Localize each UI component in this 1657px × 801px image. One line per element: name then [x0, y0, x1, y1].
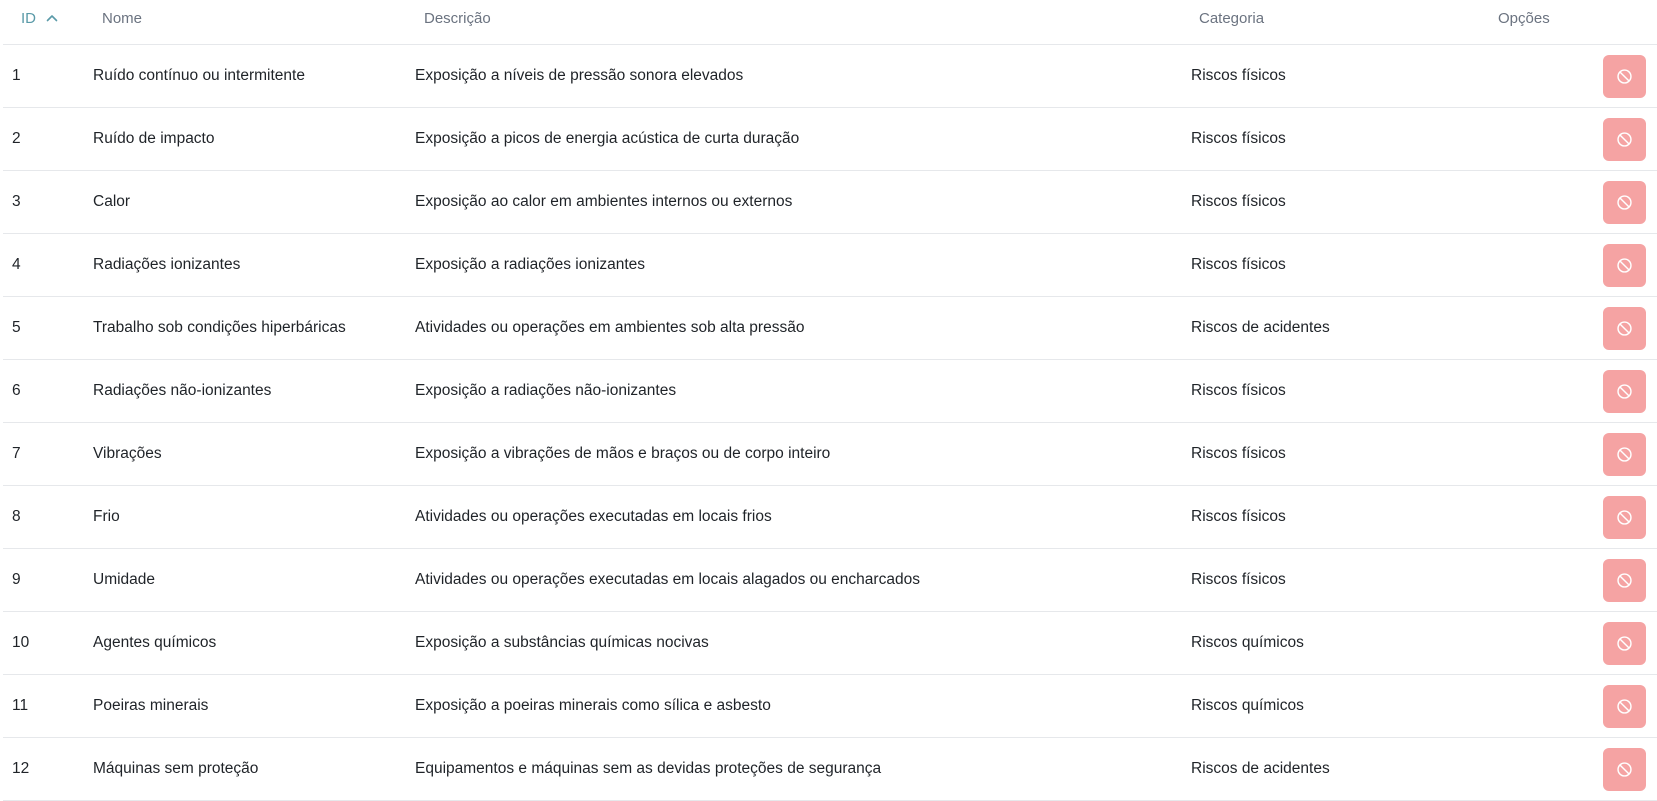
cell-categoria: Riscos químicos: [1191, 634, 1304, 651]
cell-id: 9: [12, 571, 21, 588]
table-row: 5 Trabalho sob condições hiperbáricas Ativ…: [3, 297, 1657, 360]
table-row: 7 Vibrações Exposição a vibrações de mãos …: [3, 423, 1657, 486]
ban-icon: [1616, 761, 1633, 778]
cell-categoria: Riscos físicos: [1191, 193, 1286, 210]
cell-id: 2: [12, 130, 21, 147]
disable-button[interactable]: [1603, 685, 1646, 728]
cell-descricao: Exposição a radiações não-ionizantes: [415, 382, 677, 399]
table-row: 6 Radiações não-ionizantes Exposição a rad…: [3, 360, 1657, 423]
cell-nome: Frio: [93, 508, 120, 525]
cell-nome: Ruído contínuo ou intermitente: [93, 67, 305, 84]
disable-button[interactable]: [1603, 433, 1646, 476]
cell-id: 5: [12, 319, 21, 336]
cell-descricao: Exposição ao calor em ambientes internos…: [415, 193, 793, 210]
ban-icon: [1616, 257, 1633, 274]
cell-categoria: Riscos físicos: [1191, 382, 1286, 399]
chevron-up-icon: [46, 0, 58, 36]
cell-categoria: Riscos físicos: [1191, 571, 1286, 588]
cell-nome: Calor: [93, 193, 131, 210]
ban-icon: [1616, 131, 1633, 148]
cell-descricao: Equipamentos e máquinas sem as devidas p…: [415, 760, 882, 777]
disable-button[interactable]: [1603, 244, 1646, 287]
disable-button[interactable]: [1603, 496, 1646, 539]
cell-categoria: Riscos físicos: [1191, 67, 1286, 84]
ban-icon: [1616, 635, 1633, 652]
cell-nome: Poeiras minerais: [93, 697, 209, 714]
cell-id: 12: [12, 760, 30, 777]
ban-icon: [1616, 68, 1633, 85]
table-row: 3 Calor Exposição ao calor em ambientes in…: [3, 171, 1657, 234]
cell-categoria: Riscos de acidentes: [1191, 760, 1330, 777]
cell-descricao: Exposição a picos de energia acústica de…: [415, 130, 800, 147]
disable-button[interactable]: [1603, 307, 1646, 350]
column-header-id-label: ID: [21, 10, 36, 27]
disable-button[interactable]: [1603, 55, 1646, 98]
disable-button[interactable]: [1603, 559, 1646, 602]
cell-id: 3: [12, 193, 21, 210]
table-row: 8 Frio Atividades ou operações executadas …: [3, 486, 1657, 549]
cell-id: 6: [12, 382, 21, 399]
column-header-opcoes: Opções: [1498, 10, 1550, 27]
ban-icon: [1616, 320, 1633, 337]
cell-descricao: Atividades ou operações em ambientes sob…: [415, 319, 805, 336]
cell-id: 7: [12, 445, 21, 462]
disable-button[interactable]: [1603, 622, 1646, 665]
cell-categoria: Riscos físicos: [1191, 445, 1286, 462]
disable-button[interactable]: [1603, 181, 1646, 224]
cell-id: 11: [12, 697, 29, 714]
cell-descricao: Atividades ou operações executadas em lo…: [415, 508, 772, 525]
column-header-nome[interactable]: Nome: [102, 0, 142, 44]
table-row: 4 Radiações ionizantes Exposição a radiaçõ…: [3, 234, 1657, 297]
cell-nome: Vibrações: [93, 445, 162, 462]
cell-categoria: Riscos físicos: [1191, 130, 1286, 147]
ban-icon: [1616, 572, 1633, 589]
cell-id: 1: [12, 67, 21, 84]
cell-descricao: Exposição a níveis de pressão sonora ele…: [415, 67, 744, 84]
cell-nome: Ruído de impacto: [93, 130, 215, 147]
cell-categoria: Riscos de acidentes: [1191, 319, 1330, 336]
table-body: 1 Ruído contínuo ou intermitente Exposição…: [3, 45, 1657, 801]
risks-table: ID Nome Descrição Categoria Opções 1 Ruíd…: [3, 0, 1657, 801]
disable-button[interactable]: [1603, 118, 1646, 161]
ban-icon: [1616, 698, 1633, 715]
cell-nome: Radiações não-ionizantes: [93, 382, 272, 399]
disable-button[interactable]: [1603, 370, 1646, 413]
cell-id: 10: [12, 634, 30, 651]
cell-id: 8: [12, 508, 21, 525]
cell-id: 4: [12, 256, 21, 273]
ban-icon: [1616, 194, 1633, 211]
cell-descricao: Atividades ou operações executadas em lo…: [415, 571, 920, 588]
cell-nome: Trabalho sob condições hiperbáricas: [93, 319, 346, 336]
column-header-categoria[interactable]: Categoria: [1199, 0, 1264, 44]
ban-icon: [1616, 446, 1633, 463]
cell-descricao: Exposição a poeiras minerais como sílica…: [415, 697, 771, 714]
table-row: 12 Máquinas sem proteção Equipamentos e má…: [3, 738, 1657, 801]
table-row: 2 Ruído de impacto Exposição a picos de en…: [3, 108, 1657, 171]
cell-nome: Radiações ionizantes: [93, 256, 241, 273]
ban-icon: [1616, 509, 1633, 526]
column-header-descricao[interactable]: Descrição: [424, 0, 491, 44]
cell-categoria: Riscos físicos: [1191, 256, 1286, 273]
table-row: 1 Ruído contínuo ou intermitente Exposição…: [3, 45, 1657, 108]
ban-icon: [1616, 383, 1633, 400]
cell-nome: Máquinas sem proteção: [93, 760, 259, 777]
table-row: 9 Umidade Atividades ou operações executad…: [3, 549, 1657, 612]
cell-categoria: Riscos físicos: [1191, 508, 1286, 525]
cell-descricao: Exposição a radiações ionizantes: [415, 256, 646, 273]
table-row: 10 Agentes químicos Exposição a substância…: [3, 612, 1657, 675]
cell-descricao: Exposição a substâncias químicas nocivas: [415, 634, 709, 651]
cell-nome: Umidade: [93, 571, 156, 588]
table-header: ID Nome Descrição Categoria Opções: [3, 0, 1657, 45]
column-header-id[interactable]: ID: [21, 0, 58, 44]
disable-button[interactable]: [1603, 748, 1646, 791]
table-row: 11 Poeiras minerais Exposição a poeiras mi…: [3, 675, 1657, 738]
cell-nome: Agentes químicos: [93, 634, 217, 651]
cell-descricao: Exposição a vibrações de mãos e braços o…: [415, 445, 831, 462]
cell-categoria: Riscos químicos: [1191, 697, 1304, 714]
